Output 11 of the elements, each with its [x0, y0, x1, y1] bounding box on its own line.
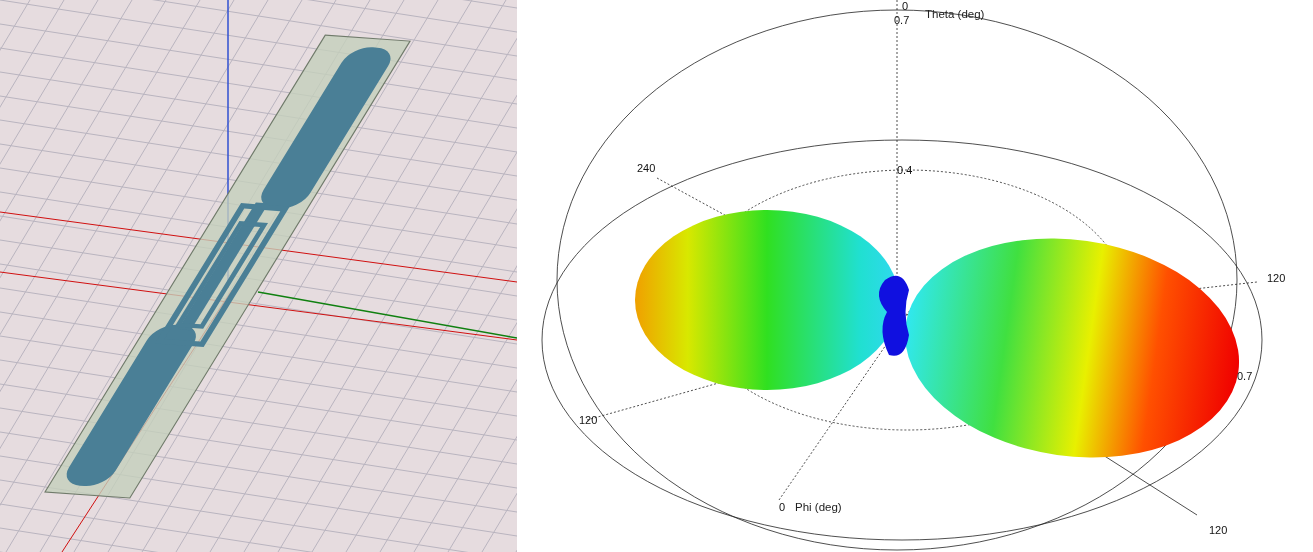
tick-label: 120: [1267, 272, 1286, 284]
tick-label: 120: [1209, 524, 1228, 536]
axis-title: Theta (deg): [925, 8, 985, 20]
tick-label: 0.7: [894, 14, 910, 26]
axis-title: Phi (deg): [795, 501, 842, 513]
tick-label: 0.7: [1237, 370, 1253, 382]
tick-label: 0.4: [897, 164, 913, 176]
tick-label: 0: [779, 501, 786, 513]
tick-label: 120: [579, 414, 598, 426]
tick-label: 0: [902, 0, 909, 12]
tick-label: 240: [637, 162, 656, 174]
